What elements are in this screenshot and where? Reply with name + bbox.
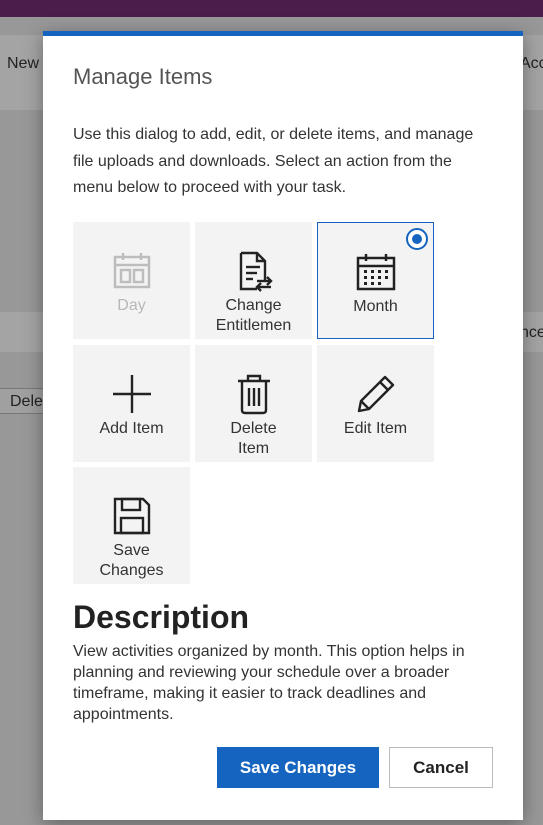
background-new-button: New [7,55,40,72]
cancel-button[interactable]: Cancel [389,747,493,788]
tile-edit-item[interactable]: Edit Item [317,345,434,462]
tile-label: Month [353,298,398,315]
calendar-day-icon [113,253,150,289]
tile-save-changes[interactable]: Save Changes [73,467,190,584]
tile-label: Day [117,297,146,314]
tile-month[interactable]: Month [317,222,434,339]
dialog-title: Manage Items [73,64,213,89]
selected-radio-indicator [406,228,428,250]
app-top-bar [0,0,543,17]
tile-label: Edit Item [343,420,408,437]
plus-icon [112,375,151,413]
tile-change-entitlement[interactable]: Change Entitlemen [195,222,312,339]
trash-icon [237,374,270,415]
manage-items-dialog: Manage Items Use this dialog to add, edi… [43,31,523,820]
tile-delete-item[interactable]: Delete Item [195,345,312,462]
pencil-icon [357,375,394,413]
tile-label: Delete Item [230,420,277,457]
tile-label: Change Entitlemen [215,297,292,334]
tile-add-item[interactable]: Add Item [73,345,190,462]
background-label: Acc [520,55,543,72]
tile-day: Day [73,222,190,339]
calendar-month-icon [356,254,395,291]
background-delete-button: Dele [0,388,48,414]
description-heading: Description [73,599,250,635]
save-changes-button[interactable]: Save Changes [217,747,379,788]
dialog-intro: Use this dialog to add, edit, or delete … [73,126,474,196]
description-text: View activities organized by month. This… [73,643,465,723]
tile-label: Save Changes [99,542,164,579]
save-icon [113,497,150,535]
tile-label: Add Item [99,420,164,437]
background-label: nce [520,324,543,341]
document-swap-icon [239,251,273,292]
